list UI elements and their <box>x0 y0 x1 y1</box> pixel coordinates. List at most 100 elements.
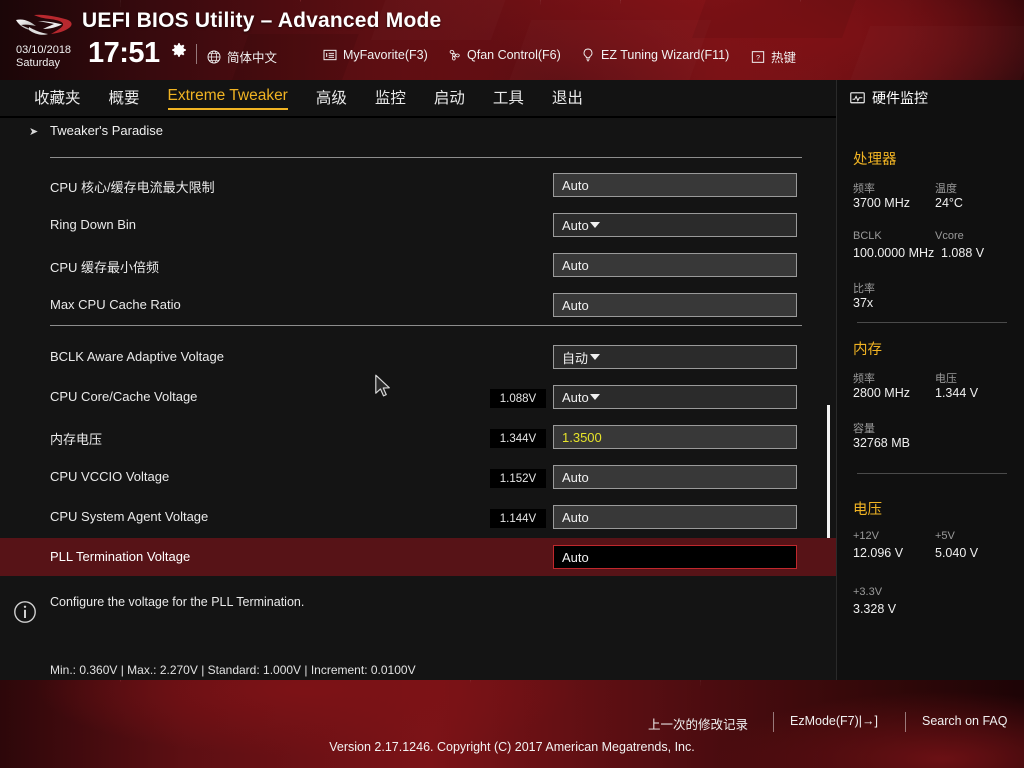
setting-label: BCLK Aware Adaptive Voltage <box>50 349 224 364</box>
header-item-label: 热键 <box>771 47 796 66</box>
monitor-icon <box>849 90 866 107</box>
hwm-section-memory: 内存 <box>853 338 882 359</box>
hardware-monitor-title: 硬件监控 <box>849 88 928 108</box>
hwm-section-cpu: 处理器 <box>853 148 897 169</box>
setting-label: CPU System Agent Voltage <box>50 509 208 524</box>
setting-value-field[interactable]: Auto <box>553 173 797 197</box>
tab-tool[interactable]: 工具 <box>493 86 524 111</box>
gear-icon[interactable] <box>170 41 188 59</box>
setting-value-field[interactable]: Auto <box>553 465 797 489</box>
setting-label: PLL Termination Voltage <box>50 549 190 564</box>
setting-row-bclk-aware-adaptive-voltage[interactable]: BCLK Aware Adaptive Voltage 自动 <box>0 338 836 378</box>
header-item-ez-tuning[interactable]: EZ Tuning Wizard(F11) <box>580 47 729 63</box>
search-faq-button[interactable]: Search on FAQ <box>922 714 1007 728</box>
header-item-label: Qfan Control(F6) <box>467 48 561 62</box>
hwm-key-33v: +3.3V <box>853 586 882 598</box>
hwm-key-vcore: Vcore <box>935 230 964 242</box>
hwm-key-dram-voltage: 电压 <box>935 370 957 386</box>
setting-current-value: 1.088V <box>490 389 546 408</box>
chevron-down-icon[interactable] <box>590 354 600 360</box>
submenu-tweakers-paradise[interactable]: ➤ Tweaker's Paradise <box>0 118 836 150</box>
hwm-key-frequency: 频率 <box>853 180 875 196</box>
hwm-key-ratio: 比率 <box>853 280 875 296</box>
setting-label: CPU 缓存最小倍频 <box>50 257 159 276</box>
setting-label: 内存电压 <box>50 429 102 448</box>
hwm-key-5v: +5V <box>935 530 955 542</box>
hwm-key-12v: +12V <box>853 530 879 542</box>
last-modified-button[interactable]: 上一次的修改记录 <box>648 714 748 733</box>
setting-row-cpu-cache-min-ratio[interactable]: CPU 缓存最小倍频 Auto <box>0 246 836 286</box>
hwm-value-5v: 5.040 V <box>935 546 978 560</box>
setting-row-cpu-core-cache-current-limit[interactable]: CPU 核心/缓存电流最大限制 Auto <box>0 166 836 206</box>
setting-row-cpu-system-agent-voltage[interactable]: CPU System Agent Voltage 1.144V Auto <box>0 498 836 538</box>
hwm-value-capacity: 32768 MB <box>853 436 910 450</box>
tab-favorites[interactable]: 收藏夹 <box>34 86 81 111</box>
hwm-value-bclk: 100.0000 MHz <box>853 246 934 260</box>
hwm-divider <box>857 322 1007 323</box>
setting-label: CPU 核心/缓存电流最大限制 <box>50 177 215 196</box>
hwm-key-capacity: 容量 <box>853 420 875 436</box>
setting-value-field[interactable]: Auto <box>553 293 797 317</box>
setting-row-pll-termination-voltage[interactable]: PLL Termination Voltage Auto <box>0 538 836 578</box>
setting-value-field[interactable]: Auto <box>553 253 797 277</box>
help-description: Configure the voltage for the PLL Termin… <box>50 595 304 609</box>
setting-label: Max CPU Cache Ratio <box>50 297 181 312</box>
nav-tabs: 收藏夹 概要 Extreme Tweaker 高级 监控 启动 工具 退出 <box>34 82 583 114</box>
weekday-text: Saturday <box>16 57 71 70</box>
setting-current-value: 1.344V <box>490 429 546 448</box>
setting-label: Ring Down Bin <box>50 217 136 232</box>
date-block: 03/10/2018 Saturday <box>16 44 71 69</box>
tab-main[interactable]: 概要 <box>109 86 140 111</box>
header-item-language[interactable]: 简体中文 <box>206 47 277 66</box>
tab-boot[interactable]: 启动 <box>434 86 465 111</box>
hwm-divider <box>857 473 1007 474</box>
hardware-monitor-panel: 硬件监控 处理器 频率 温度 3700 MHz 24°C BCLK Vcore … <box>836 80 1024 680</box>
footer-separator <box>773 712 774 732</box>
header-item-qfan[interactable]: Qfan Control(F6) <box>446 47 561 63</box>
setting-current-value: 1.144V <box>490 509 546 528</box>
bulb-icon <box>580 47 596 63</box>
version-text: Version 2.17.1246. Copyright (C) 2017 Am… <box>0 740 1024 754</box>
tab-advanced[interactable]: 高级 <box>316 86 347 111</box>
setting-value-field[interactable]: Auto <box>553 505 797 529</box>
hwm-value-vcore: 1.088 V <box>941 246 984 260</box>
setting-value-field[interactable]: 1.3500 <box>553 425 797 449</box>
section-divider <box>50 157 802 158</box>
bios-screen: UEFI BIOS Utility – Advanced Mode 03/10/… <box>0 0 1024 768</box>
clock-text: 17:51 <box>88 38 160 68</box>
setting-row-cpu-vccio-voltage[interactable]: CPU VCCIO Voltage 1.152V Auto <box>0 458 836 498</box>
setting-row-dram-voltage[interactable]: 内存电压 1.344V 1.3500 <box>0 418 836 458</box>
fan-icon <box>446 47 462 63</box>
setting-row-max-cpu-cache-ratio[interactable]: Max CPU Cache Ratio Auto <box>0 286 836 326</box>
hwm-value-frequency: 3700 MHz <box>853 196 910 210</box>
header-item-label: 简体中文 <box>227 47 277 66</box>
question-icon: ? <box>750 49 766 65</box>
tab-exit[interactable]: 退出 <box>552 86 583 111</box>
hwm-value-12v: 12.096 V <box>853 546 903 560</box>
chevron-down-icon[interactable] <box>590 394 600 400</box>
header-item-label: MyFavorite(F3) <box>343 48 428 62</box>
rog-logo <box>14 8 74 42</box>
header-item-myfavorite[interactable]: MyFavorite(F3) <box>322 47 428 63</box>
date-text: 03/10/2018 <box>16 44 71 57</box>
tab-monitor[interactable]: 监控 <box>375 86 406 111</box>
setting-row-cpu-core-cache-voltage[interactable]: CPU Core/Cache Voltage 1.088V Auto <box>0 378 836 418</box>
app-title: UEFI BIOS Utility – Advanced Mode <box>82 9 441 33</box>
title-banner: UEFI BIOS Utility – Advanced Mode 03/10/… <box>0 0 1024 80</box>
chevron-down-icon[interactable] <box>590 222 600 228</box>
header-item-hotkeys[interactable]: ? 热键 <box>750 47 796 66</box>
setting-row-ring-down-bin[interactable]: Ring Down Bin Auto <box>0 206 836 246</box>
ez-mode-button[interactable]: EzMode(F7)|→] <box>790 714 878 728</box>
setting-label: CPU VCCIO Voltage <box>50 469 169 484</box>
header-separator <box>196 44 197 64</box>
hwm-key-temperature: 温度 <box>935 180 957 196</box>
tab-extreme-tweaker[interactable]: Extreme Tweaker <box>168 87 288 110</box>
setting-label: CPU Core/Cache Voltage <box>50 389 197 404</box>
setting-value-field[interactable]: Auto <box>553 545 797 569</box>
hwm-value-ratio: 37x <box>853 296 873 310</box>
header-item-label: EZ Tuning Wizard(F11) <box>601 48 729 62</box>
svg-text:?: ? <box>756 52 760 61</box>
hwm-key-dram-frequency: 频率 <box>853 370 875 386</box>
info-icon <box>13 600 37 624</box>
help-range: Min.: 0.360V | Max.: 2.270V | Standard: … <box>50 663 416 677</box>
